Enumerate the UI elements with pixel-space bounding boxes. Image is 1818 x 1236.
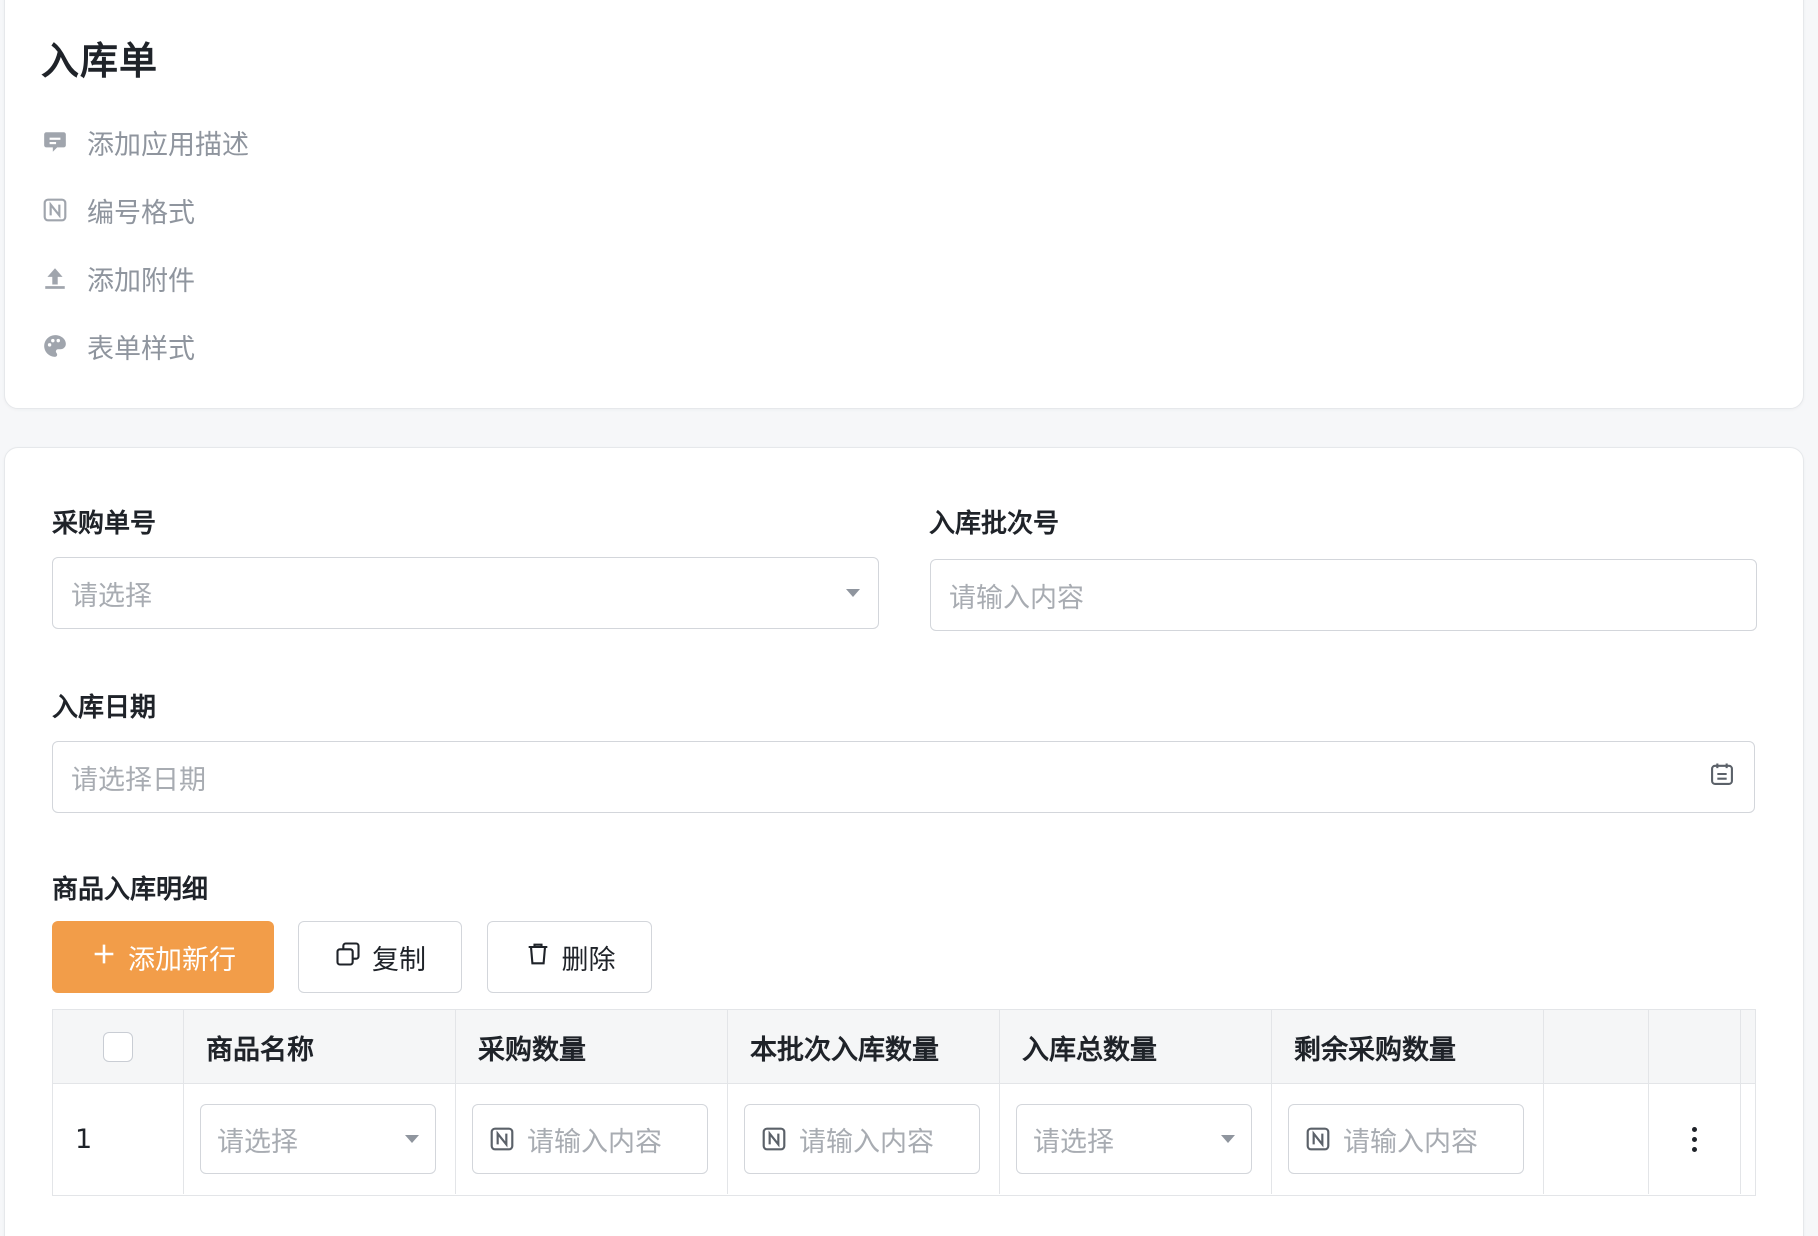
purchase-no-placeholder: 请选择 — [71, 580, 152, 612]
column-header-batch-qty: 本批次入库数量 — [728, 1010, 1000, 1084]
total-qty-placeholder: 请选择 — [1033, 1126, 1114, 1158]
add-description-item[interactable]: 添加应用描述 — [41, 122, 249, 162]
remaining-qty-input[interactable]: 请输入内容 — [1288, 1104, 1524, 1174]
form-style-item[interactable]: 表单样式 — [41, 326, 195, 366]
palette-icon — [41, 332, 69, 360]
inbound-date-label: 入库日期 — [52, 693, 157, 723]
add-row-label: 添加新行 — [128, 944, 236, 976]
batch-qty-placeholder: 请输入内容 — [799, 1126, 934, 1158]
total-qty-select[interactable]: 请选择 — [1016, 1104, 1252, 1174]
select-all-header — [53, 1010, 184, 1084]
batch-qty-input[interactable]: 请输入内容 — [744, 1104, 980, 1174]
table-cell-product: 请选择 — [184, 1084, 456, 1194]
more-vertical-icon[interactable] — [1692, 1126, 1697, 1152]
remaining-qty-placeholder: 请输入内容 — [1343, 1126, 1478, 1158]
table-cell-actions — [1649, 1084, 1741, 1194]
add-description-label: 添加应用描述 — [87, 129, 249, 161]
inbound-date-placeholder: 请选择日期 — [71, 764, 206, 796]
inbound-date-picker[interactable]: 请选择日期 — [52, 741, 1755, 813]
table-cell-batch-qty: 请输入内容 — [728, 1084, 1000, 1194]
delete-label: 删除 — [561, 944, 616, 976]
detail-section-title: 商品入库明细 — [52, 875, 209, 905]
upload-icon — [41, 264, 69, 292]
batch-no-label: 入库批次号 — [929, 509, 1060, 539]
number-icon — [489, 1126, 515, 1152]
product-placeholder: 请选择 — [217, 1126, 298, 1158]
purchase-no-label: 采购单号 — [52, 509, 157, 539]
column-header-total-qty: 入库总数量 — [1000, 1010, 1272, 1084]
form-header-card — [4, 0, 1804, 409]
detail-table: 商品名称 采购数量 本批次入库数量 入库总数量 剩余采购数量 1 请选择 请输入… — [52, 1009, 1756, 1196]
table-cell-remaining-qty: 请输入内容 — [1272, 1084, 1544, 1194]
plus-icon — [90, 940, 118, 975]
column-header-actions — [1649, 1010, 1741, 1084]
form-style-label: 表单样式 — [87, 333, 195, 365]
numbering-format-label: 编号格式 — [87, 197, 195, 229]
product-select[interactable]: 请选择 — [200, 1104, 436, 1174]
batch-no-placeholder: 请输入内容 — [949, 582, 1084, 614]
batch-no-input[interactable]: 请输入内容 — [930, 559, 1757, 631]
table-cell-spacer — [1544, 1084, 1649, 1194]
column-header-product: 商品名称 — [184, 1010, 456, 1084]
numbering-format-item[interactable]: 编号格式 — [41, 190, 195, 230]
calendar-icon — [1708, 760, 1736, 795]
purchase-qty-input[interactable]: 请输入内容 — [472, 1104, 708, 1174]
purchase-qty-placeholder: 请输入内容 — [527, 1126, 662, 1158]
copy-icon — [334, 940, 362, 975]
add-attachment-item[interactable]: 添加附件 — [41, 258, 195, 298]
trash-icon — [524, 940, 552, 975]
column-header-purchase-qty: 采购数量 — [456, 1010, 728, 1084]
chevron-down-icon — [1221, 1135, 1235, 1143]
add-attachment-label: 添加附件 — [87, 265, 195, 297]
number-icon — [761, 1126, 787, 1152]
number-icon — [1305, 1126, 1331, 1152]
comment-icon — [41, 128, 69, 156]
copy-label: 复制 — [372, 944, 426, 976]
page-title: 入库单 — [41, 39, 159, 83]
numbering-icon — [41, 196, 69, 224]
column-header-remaining-qty: 剩余采购数量 — [1272, 1010, 1544, 1084]
select-all-checkbox[interactable] — [103, 1032, 133, 1062]
add-row-button[interactable]: 添加新行 — [52, 921, 274, 993]
chevron-down-icon — [846, 589, 860, 597]
copy-button[interactable]: 复制 — [298, 921, 462, 993]
purchase-no-select[interactable]: 请选择 — [52, 557, 879, 629]
column-header-spacer — [1544, 1010, 1649, 1084]
chevron-down-icon — [405, 1135, 419, 1143]
row-index: 1 — [53, 1084, 184, 1194]
table-cell-total-qty: 请选择 — [1000, 1084, 1272, 1194]
delete-button[interactable]: 删除 — [487, 921, 652, 993]
table-cell-purchase-qty: 请输入内容 — [456, 1084, 728, 1194]
